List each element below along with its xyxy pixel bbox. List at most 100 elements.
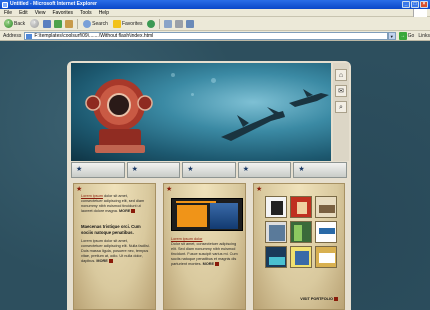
search-label: Search	[92, 20, 108, 27]
forward-arrow-icon: ›	[30, 19, 40, 28]
menu-bar: File Edit View Favorites Tools Help	[0, 9, 430, 17]
feature-link[interactable]: Lorem ipsum dolor	[171, 237, 202, 241]
star-icon: ★	[76, 166, 83, 173]
address-bar: Address F:\templates\coolsurf\09\.......…	[0, 31, 430, 41]
maximize-button[interactable]: □	[411, 1, 419, 8]
stop-icon[interactable]	[43, 19, 52, 28]
arrow-icon	[131, 209, 136, 213]
feature-text: Lorem ipsum dolor Dolor sit amet, consec…	[171, 237, 238, 266]
menu-edit[interactable]: Edit	[19, 10, 28, 16]
back-button[interactable]: ‹ Back	[3, 18, 26, 29]
windows-logo-icon	[413, 9, 427, 17]
visit-portfolio-link[interactable]: VISIT PORTFOLIO	[300, 297, 338, 301]
bubble	[191, 93, 194, 96]
content-column-feature: ★ Lorem ipsum dolor Dolor sit amet, cons…	[163, 183, 246, 310]
go-button[interactable]: → Go	[398, 31, 415, 40]
menu-favorites[interactable]: Favorites	[52, 10, 73, 16]
portfolio-thumb[interactable]	[290, 221, 312, 243]
portfolio-thumb[interactable]	[315, 221, 337, 243]
mail-icon[interactable]	[163, 19, 172, 28]
portfolio-thumb[interactable]	[265, 221, 287, 243]
feature-image[interactable]	[171, 198, 243, 231]
portfolio-thumb[interactable]	[315, 246, 337, 268]
portfolio-thumb[interactable]	[290, 196, 312, 218]
portfolio-thumb[interactable]	[315, 196, 337, 218]
mail-nav-icon[interactable]: ✉	[335, 85, 347, 97]
arrow-icon	[108, 259, 113, 263]
star-icon: ★	[298, 166, 305, 173]
side-nav: ⌂ ✉ ⌕	[333, 63, 349, 161]
home-icon[interactable]	[65, 19, 74, 28]
favorites-label: Favorites	[121, 20, 143, 27]
bubble	[211, 78, 216, 83]
window-title-bar: Untitled - Microsoft Internet Explorer _…	[0, 0, 430, 9]
news-link[interactable]: Lorem ipsum	[81, 194, 103, 198]
address-input[interactable]: F:\templates\coolsurf\09\.......\Without…	[24, 31, 388, 40]
print-icon[interactable]	[174, 19, 183, 28]
close-button[interactable]: ×	[420, 1, 428, 8]
arrow-icon	[334, 297, 338, 301]
toolbar: ‹ Back › Search Favorites	[0, 17, 430, 31]
news-text: Lorem ipsum dolor sit amet, consectetuer…	[81, 194, 145, 213]
arrow-icon	[215, 262, 220, 266]
menu-help[interactable]: Help	[99, 10, 109, 16]
favorites-button[interactable]: Favorites	[112, 18, 144, 29]
star-icon: ★	[131, 166, 138, 173]
menu-file[interactable]: File	[4, 10, 12, 16]
more-link[interactable]: MORE	[119, 209, 136, 213]
page-icon	[26, 33, 33, 39]
browser-viewport: ⌂ ✉ ⌕ ★ ★ ★ ★ ★ ★ Lorem ipsum dolor sit …	[0, 41, 430, 310]
star-icon: ★	[242, 166, 250, 173]
nav-tab[interactable]: ★	[71, 162, 125, 178]
forward-button[interactable]: ›	[29, 18, 40, 29]
bubble	[171, 73, 175, 77]
portfolio-thumb[interactable]	[290, 246, 312, 268]
window-title: Untitled - Microsoft Internet Explorer	[10, 1, 97, 7]
back-arrow-icon: ‹	[4, 19, 13, 28]
content-column-portfolio: ★ VISIT PORTFOLIO	[253, 183, 345, 310]
toolbar-separator	[158, 18, 160, 29]
star-icon	[112, 19, 121, 28]
minimize-button[interactable]: _	[402, 1, 410, 8]
ie-icon	[2, 1, 8, 8]
nav-tabs: ★ ★ ★ ★ ★	[71, 162, 347, 178]
nav-tab[interactable]: ★	[293, 162, 347, 178]
shark-icon	[289, 89, 329, 107]
nav-tab[interactable]: ★	[237, 162, 292, 178]
more-link[interactable]: MORE	[203, 262, 220, 266]
search-button[interactable]: Search	[82, 18, 109, 29]
history-icon[interactable]	[146, 19, 155, 28]
search-icon	[83, 19, 92, 28]
news-heading: Maecenas tristique orci. Cum sociis nato…	[81, 224, 141, 235]
portfolio-thumb[interactable]	[265, 246, 287, 268]
portfolio-thumb[interactable]	[265, 196, 287, 218]
links-button[interactable]: Links	[418, 33, 430, 39]
menu-tools[interactable]: Tools	[80, 10, 92, 16]
search-nav-icon[interactable]: ⌕	[335, 101, 347, 113]
address-label: Address	[3, 32, 22, 39]
hammerhead-shark-icon	[221, 107, 285, 141]
star-bullet-icon: ★	[166, 186, 173, 193]
go-label: Go	[407, 32, 415, 39]
menu-view[interactable]: View	[35, 10, 46, 16]
home-nav-icon[interactable]: ⌂	[335, 69, 347, 81]
diving-helmet-icon	[85, 79, 153, 153]
address-dropdown-icon[interactable]: ▼	[387, 31, 396, 40]
web-page: ⌂ ✉ ⌕ ★ ★ ★ ★ ★ ★ Lorem ipsum dolor sit …	[67, 61, 351, 310]
hero-illustration	[85, 79, 329, 153]
nav-tab[interactable]: ★	[182, 162, 236, 178]
content-column-news: ★ Lorem ipsum dolor sit amet, consectetu…	[73, 183, 156, 310]
star-bullet-icon: ★	[256, 186, 263, 193]
more-link[interactable]: MORE	[96, 259, 113, 263]
toolbar-separator	[77, 18, 79, 29]
go-arrow-icon: →	[398, 31, 407, 40]
refresh-icon[interactable]	[54, 19, 63, 28]
nav-tab[interactable]: ★	[126, 162, 181, 178]
back-label: Back	[14, 20, 26, 27]
window-controls: _ □ ×	[402, 1, 428, 8]
edit-icon[interactable]	[185, 19, 194, 28]
news-text-2: Lorem ipsum dolor sit amet, consectetuer…	[81, 239, 150, 263]
star-icon: ★	[187, 166, 194, 173]
hero-banner	[71, 63, 331, 161]
star-bullet-icon: ★	[76, 186, 83, 193]
